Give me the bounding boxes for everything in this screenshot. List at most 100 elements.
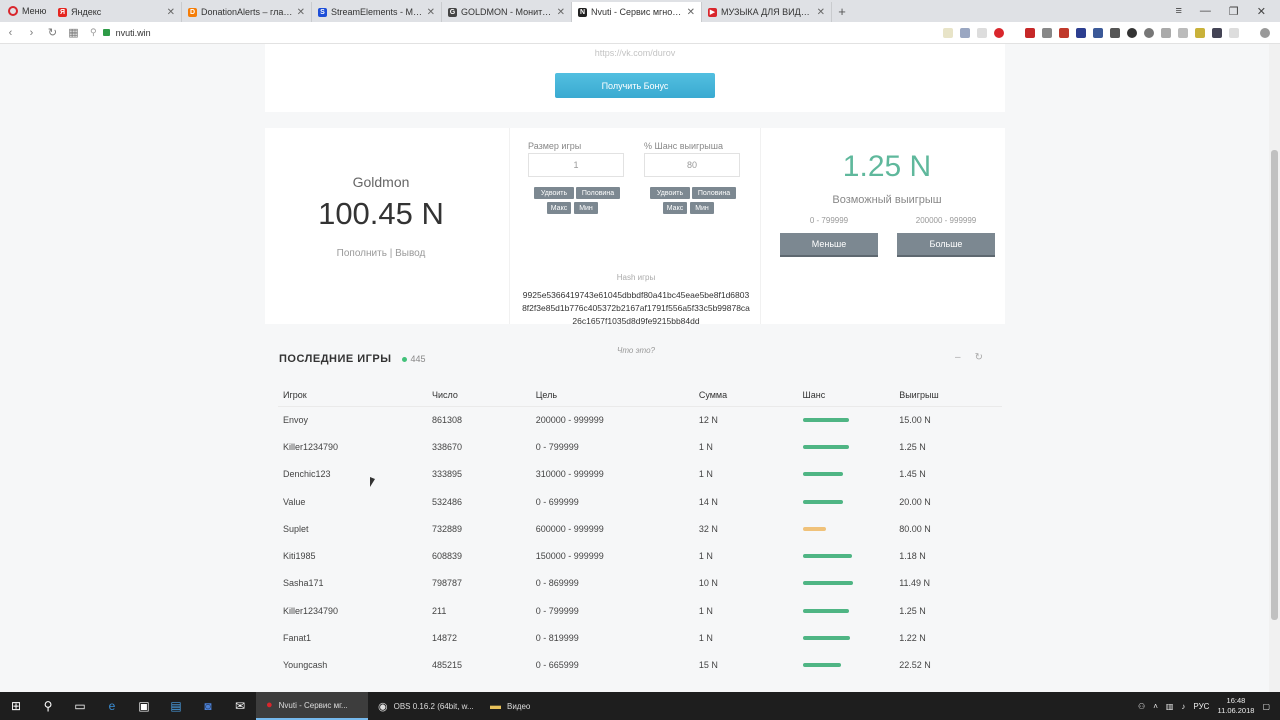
ext-adblock-icon[interactable] xyxy=(1025,27,1035,38)
browser-tab[interactable]: SStreamElements - My das✕ xyxy=(312,2,442,22)
close-tab-icon[interactable]: ✕ xyxy=(167,7,175,18)
restore-icon[interactable]: ❐ xyxy=(1229,5,1239,18)
bet-higher-button[interactable]: Больше xyxy=(897,233,995,257)
hamburger-icon[interactable]: ≡ xyxy=(1175,5,1181,18)
search-icon[interactable]: ⚲ xyxy=(32,692,64,720)
bet-double-button[interactable]: Удвоить xyxy=(534,187,574,199)
ext-shield2-icon[interactable] xyxy=(1161,27,1171,38)
ext-blue-icon[interactable] xyxy=(1093,27,1103,38)
ext-sync-icon[interactable] xyxy=(1144,27,1154,38)
chance-half-button[interactable]: Половина xyxy=(692,187,736,199)
windows-start-icon[interactable]: ⊞ xyxy=(0,692,32,720)
ext-yellow-icon[interactable] xyxy=(1195,27,1205,38)
deposit-link[interactable]: Пополнить xyxy=(337,248,387,259)
win-chance-input[interactable]: 80 xyxy=(644,153,740,177)
roll-number[interactable]: 861308 xyxy=(427,406,531,433)
app-blue-icon[interactable]: ◙ xyxy=(192,692,224,720)
ext-flag-icon[interactable] xyxy=(960,27,970,38)
roll-number[interactable]: 338670 xyxy=(427,433,531,460)
player-name[interactable]: Denchic123 xyxy=(278,461,427,488)
browser-tab[interactable]: N Nvuti - Сервис мгновенн ✕ xyxy=(572,2,702,22)
ext-gray-icon[interactable] xyxy=(1178,27,1188,38)
refresh-icon[interactable]: ↻ xyxy=(975,352,983,363)
ext-play-icon[interactable] xyxy=(977,27,987,38)
file-explorer-icon[interactable]: ▤ xyxy=(160,692,192,720)
tray-arrow-icon[interactable]: ˄ xyxy=(1153,702,1158,711)
player-name[interactable]: Youngcash xyxy=(278,652,427,679)
roll-number[interactable]: 485215 xyxy=(427,652,531,679)
taskbar-task[interactable]: ● Nvuti - Сервис мг... xyxy=(256,692,368,720)
clock[interactable]: 16:48 11.06.2018 xyxy=(1217,696,1254,716)
network-icon[interactable]: ▥ xyxy=(1166,702,1174,711)
close-tab-icon[interactable]: ✕ xyxy=(427,7,435,18)
edge-icon[interactable]: e xyxy=(96,692,128,720)
language-indicator[interactable]: РУС xyxy=(1193,702,1209,711)
bet-half-button[interactable]: Половина xyxy=(576,187,620,199)
player-name[interactable]: Sasha171 xyxy=(278,570,427,597)
player-name[interactable]: Value xyxy=(278,488,427,515)
roll-number[interactable]: 732889 xyxy=(427,515,531,542)
player-name[interactable]: Killer1234790 xyxy=(278,433,427,460)
task-view-icon[interactable]: ▭ xyxy=(64,692,96,720)
notifications-icon[interactable]: ▢ xyxy=(1262,702,1270,711)
ext-grid-icon[interactable] xyxy=(1212,27,1222,38)
roll-number[interactable]: 211 xyxy=(427,597,531,624)
bet-min-button[interactable]: Мин xyxy=(574,202,598,214)
close-icon[interactable]: ✕ xyxy=(1257,5,1266,18)
mail-icon[interactable]: ✉ xyxy=(224,692,256,720)
ext-recycle-icon[interactable] xyxy=(1042,27,1052,38)
taskbar-task[interactable]: ◉ OBS 0.16.2 (64bit, w... xyxy=(368,692,480,720)
url-field[interactable]: ⚲ nvuti.win xyxy=(90,27,151,38)
what-is-link[interactable]: Что это? xyxy=(510,346,762,355)
vk-link-input[interactable]: https://vk.com/durov xyxy=(555,48,715,62)
minimize-icon[interactable]: — xyxy=(1200,5,1211,18)
roll-number[interactable]: 14872 xyxy=(427,624,531,651)
browser-tab[interactable]: ▶МУЗЫКА ДЛЯ ВИДЕО/АТ✕ xyxy=(702,2,832,22)
people-icon[interactable]: ⚇ xyxy=(1138,702,1145,711)
back-icon[interactable]: ‹ xyxy=(0,27,21,39)
player-name[interactable]: Fanat1 xyxy=(278,624,427,651)
forward-icon[interactable]: › xyxy=(21,27,42,39)
roll-number[interactable]: 333895 xyxy=(427,461,531,488)
bet-max-button[interactable]: Макс xyxy=(547,202,571,214)
player-name[interactable]: Killer1234790 xyxy=(278,597,427,624)
ext-shield-icon[interactable] xyxy=(1076,27,1086,38)
roll-number[interactable]: 532486 xyxy=(427,488,531,515)
ext-dark-icon[interactable] xyxy=(1110,27,1120,38)
player-name[interactable]: Envoy xyxy=(278,406,427,433)
speed-dial-icon[interactable]: ▦ xyxy=(63,26,84,39)
heart-icon[interactable] xyxy=(994,27,1004,38)
player-name[interactable]: Suplet xyxy=(278,515,427,542)
browser-tab[interactable]: Я Яндекс ✕ xyxy=(52,2,182,22)
taskbar-task[interactable]: ▬ Видео xyxy=(480,692,592,720)
collapse-icon[interactable]: – xyxy=(955,352,961,363)
close-tab-icon[interactable]: ✕ xyxy=(687,7,695,18)
withdraw-link[interactable]: Вывод xyxy=(395,248,425,259)
browser-tab[interactable]: DDonationAlerts – главный✕ xyxy=(182,2,312,22)
bet-lower-button[interactable]: Меньше xyxy=(780,233,878,257)
chance-max-button[interactable]: Макс xyxy=(663,202,687,214)
page-scrollbar[interactable] xyxy=(1269,44,1280,692)
browser-menu-button[interactable]: Меню xyxy=(0,0,52,22)
ext-user-icon[interactable] xyxy=(1260,27,1270,38)
player-name[interactable]: Kiti1985 xyxy=(278,542,427,569)
browser-tab[interactable]: GGOLDMON - Мониторинг✕ xyxy=(442,2,572,22)
new-tab-button[interactable]: + xyxy=(832,4,852,19)
chance-double-button[interactable]: Удвоить xyxy=(650,187,690,199)
store-icon[interactable]: ▣ xyxy=(128,692,160,720)
reload-icon[interactable]: ↻ xyxy=(42,26,63,39)
close-tab-icon[interactable]: ✕ xyxy=(817,7,825,18)
close-tab-icon[interactable]: ✕ xyxy=(297,7,305,18)
close-tab-icon[interactable]: ✕ xyxy=(557,7,565,18)
ext-bookmark-icon[interactable] xyxy=(943,27,953,38)
get-bonus-button[interactable]: Получить Бонус xyxy=(555,73,715,98)
headphones-icon[interactable] xyxy=(1127,27,1137,38)
roll-number[interactable]: 608839 xyxy=(427,542,531,569)
volume-icon[interactable]: ♪ xyxy=(1181,702,1185,711)
ext-red-icon[interactable] xyxy=(1059,27,1069,38)
chance-min-button[interactable]: Мин xyxy=(690,202,714,214)
ext-light-icon[interactable] xyxy=(1229,27,1239,38)
roll-number[interactable]: 798787 xyxy=(427,570,531,597)
scrollbar-thumb[interactable] xyxy=(1271,150,1278,620)
bet-size-input[interactable]: 1 xyxy=(528,153,624,177)
